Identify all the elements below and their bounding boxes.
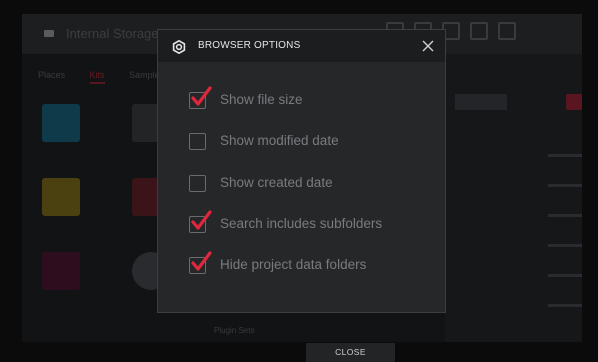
option-label: Hide project data folders (220, 257, 367, 273)
storage-path: Internal Storage (66, 26, 159, 41)
option-label: Show file size (220, 92, 303, 107)
option-checkbox[interactable] (189, 133, 206, 151)
gear-icon (172, 40, 186, 54)
panel-row (548, 214, 582, 217)
folder-icon (44, 30, 54, 37)
option-checkbox[interactable] (189, 174, 206, 192)
panel-button (455, 94, 507, 110)
option-label: Show created date (220, 174, 333, 190)
close-icon[interactable] (421, 39, 435, 53)
option-label: Show modified date (220, 133, 339, 149)
dialog-header: BROWSER OPTIONS (158, 30, 445, 62)
panel-row (548, 184, 582, 187)
dialog-title: BROWSER OPTIONS (198, 40, 301, 51)
panel-row (548, 154, 582, 157)
panel-row (548, 304, 582, 307)
close-button[interactable]: CLOSE (306, 343, 395, 362)
checkmark-icon (191, 251, 212, 271)
tab-kits: Kits (89, 70, 105, 84)
save-icon (498, 22, 516, 40)
panel-row (548, 244, 582, 247)
checkmark-icon (191, 210, 212, 230)
option-checkbox[interactable] (189, 86, 212, 109)
tile-icon (42, 252, 80, 290)
tile-icon (42, 178, 80, 216)
plugin-sets-label: Plugin Sets (214, 326, 255, 335)
option-checkbox[interactable] (189, 210, 212, 233)
option-checkbox[interactable] (189, 251, 212, 275)
panel-row (548, 274, 582, 277)
option-label: Search includes subfolders (220, 215, 383, 231)
checkmark-icon (191, 86, 212, 106)
panel-red-button (566, 94, 582, 110)
tab-places: Places (38, 70, 66, 80)
window-icon (470, 22, 488, 40)
tile-icon (42, 104, 80, 142)
browser-options-dialog: BROWSER OPTIONS Show file size Show modif… (157, 29, 446, 313)
